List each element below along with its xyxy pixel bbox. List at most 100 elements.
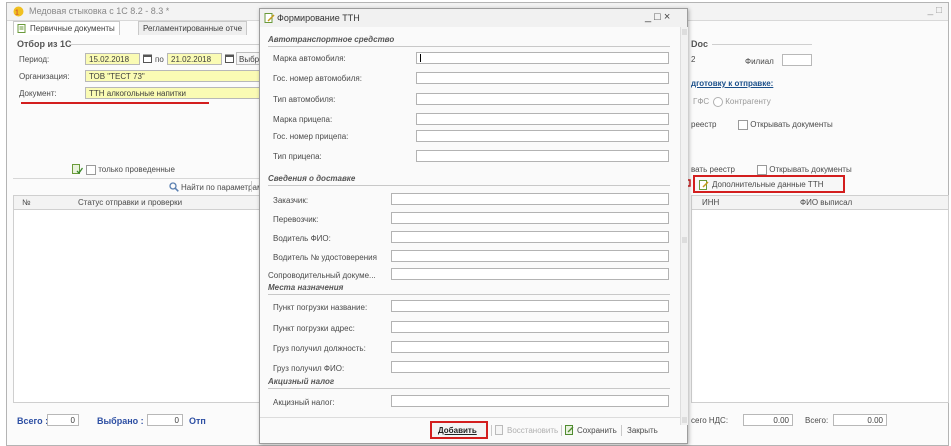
tab-regulated-reports-label: Регламентированные отче <box>143 24 243 33</box>
section-destination-title: Места назначения <box>268 283 344 292</box>
period-to-label: по <box>155 55 164 64</box>
selected-label: Выбрано : <box>97 416 144 426</box>
vehicle-number-input[interactable] <box>416 72 669 84</box>
toolbar-separator <box>251 181 252 192</box>
sent-label: Отп <box>189 416 206 426</box>
calendar-icon[interactable] <box>225 54 234 63</box>
vehicle-brand-input[interactable] <box>416 52 669 64</box>
trailer-type-input[interactable] <box>416 150 669 162</box>
radio-gfs[interactable]: ГФС <box>693 97 709 106</box>
tab-regulated-reports[interactable]: Регламентированные отче <box>138 21 248 35</box>
posted-documents-icon <box>72 164 83 174</box>
period-from-input[interactable]: 15.02.2018 <box>85 53 140 65</box>
filter-group-divider <box>69 44 259 45</box>
excise-tax-input[interactable] <box>391 395 669 407</box>
main-window-controls[interactable]: _ □ <box>928 5 942 16</box>
total-value: 0 <box>47 414 79 426</box>
restore-button[interactable]: Восстановить <box>507 426 558 435</box>
left-documents-grid[interactable]: № Статус отправки и проверки <box>13 195 262 403</box>
tab-primary-documents[interactable]: Первичные документы <box>13 21 120 35</box>
registry-label: реестр <box>691 120 717 129</box>
document-icon <box>17 24 26 33</box>
save-icon <box>565 425 574 435</box>
only-posted-checkbox[interactable]: только проведенные <box>86 165 175 175</box>
driver-name-input[interactable] <box>391 231 669 243</box>
loading-point-address-input[interactable] <box>391 321 669 333</box>
calendar-icon[interactable] <box>143 54 152 63</box>
right-grid[interactable]: ИНН ФИО выписал <box>691 195 949 403</box>
document-edit-icon <box>699 180 709 190</box>
section-vehicle: Автотранспортное средство <box>268 34 670 47</box>
tab-primary-documents-label: Первичные документы <box>30 24 115 33</box>
open-documents-label: Открывать документы <box>750 120 833 130</box>
section-excise: Акцизный налог <box>268 376 670 389</box>
section-delivery: Сведения о доставке <box>268 173 670 186</box>
registry-label-2: вать реестр <box>691 165 735 174</box>
driver-name-label: Водитель ФИО: <box>273 234 331 243</box>
vehicle-number-label: Гос. номер автомобиля: <box>273 74 362 83</box>
loading-point-name-input[interactable] <box>391 300 669 312</box>
scrollbar-down-arrow[interactable] <box>682 417 687 423</box>
open-documents-checkbox[interactable]: Открывать документы <box>738 120 833 130</box>
choose-period-button[interactable]: Выбрат <box>236 52 260 65</box>
column-inn-header[interactable]: ИНН <box>702 198 719 207</box>
additional-ttn-data-button[interactable]: Дополнительные данные ТТН <box>693 175 845 193</box>
radio-contractor[interactable]: Контрагенту <box>713 97 771 107</box>
document-input[interactable]: ТТН алкогольные напитки <box>85 87 260 99</box>
dialog-window-controls[interactable]: _ □ × <box>645 11 670 23</box>
footer-separator <box>491 425 492 436</box>
only-posted-checkbox-box[interactable] <box>86 165 96 175</box>
carrier-input[interactable] <box>391 212 669 224</box>
accompanying-doc-label: Сопроводительный докуме... <box>268 271 376 280</box>
column-status-header[interactable]: Статус отправки и проверки <box>78 198 182 207</box>
column-number-header[interactable]: № <box>22 198 31 207</box>
branch-input[interactable] <box>782 54 812 66</box>
accompanying-doc-input[interactable] <box>391 268 669 280</box>
restore-icon <box>495 425 503 435</box>
column-fio-header[interactable]: ФИО выписал <box>800 198 852 207</box>
left-grid-header: № Статус отправки и проверки <box>14 196 261 210</box>
organization-input[interactable]: ТОВ "ТЕСТ 73" <box>85 70 260 82</box>
document-label: Документ: <box>19 89 57 98</box>
loading-point-address-label: Пункт погрузки адрес: <box>273 324 355 333</box>
scrollbar-thumb[interactable] <box>682 237 687 243</box>
prepare-sending-link[interactable]: дготовку к отправке: <box>691 79 773 88</box>
excise-tax-label: Акцизный налог: <box>273 398 335 407</box>
vat-value: 0.00 <box>743 414 793 426</box>
trailer-number-label: Гос. номер прицепа: <box>273 132 349 141</box>
dialog-scrollbar[interactable] <box>680 27 688 425</box>
additional-ttn-data-label: Дополнительные данные ТТН <box>712 180 824 189</box>
scrollbar-up-arrow[interactable] <box>682 29 687 35</box>
save-button[interactable]: Сохранить <box>577 426 617 435</box>
vehicle-type-input[interactable] <box>416 93 669 105</box>
section-destination: Места назначения <box>268 282 670 295</box>
vehicle-brand-label: Марка автомобиля: <box>273 54 346 63</box>
close-button[interactable]: Закрыть <box>627 426 658 435</box>
footer-separator <box>561 425 562 436</box>
trailer-brand-label: Марка прицепа: <box>273 115 333 124</box>
dialog-titlebar: Формирование ТТН _ □ × <box>260 9 687 27</box>
driver-license-input[interactable] <box>391 250 669 262</box>
open-documents-checkbox-2-box[interactable] <box>757 165 767 175</box>
add-button[interactable]: Добавить <box>430 421 488 439</box>
vehicle-type-label: Тип автомобиля: <box>273 95 336 104</box>
section-delivery-title: Сведения о доставке <box>268 174 356 183</box>
svg-text:1: 1 <box>15 10 19 17</box>
search-icon <box>169 182 179 192</box>
right-group-title: Doc <box>691 39 709 49</box>
radio-contractor-circle[interactable] <box>713 97 723 107</box>
open-documents-checkbox-box[interactable] <box>738 120 748 130</box>
open-documents-checkbox-2[interactable]: Открывать документы <box>757 165 852 175</box>
period-to-input[interactable]: 21.02.2018 <box>167 53 222 65</box>
trailer-brand-input[interactable] <box>416 113 669 125</box>
organization-label: Организация: <box>19 72 70 81</box>
selected-value: 0 <box>147 414 183 426</box>
customer-input[interactable] <box>391 193 669 205</box>
trailer-number-input[interactable] <box>416 130 669 142</box>
section-excise-title: Акцизный налог <box>268 377 335 386</box>
loading-point-name-label: Пункт погрузки название: <box>273 303 368 312</box>
receiver-name-input[interactable] <box>391 361 669 373</box>
receiver-position-input[interactable] <box>391 341 669 353</box>
customer-label: Заказчик: <box>273 196 309 205</box>
filter-group-title: Отбор из 1С <box>17 39 72 49</box>
